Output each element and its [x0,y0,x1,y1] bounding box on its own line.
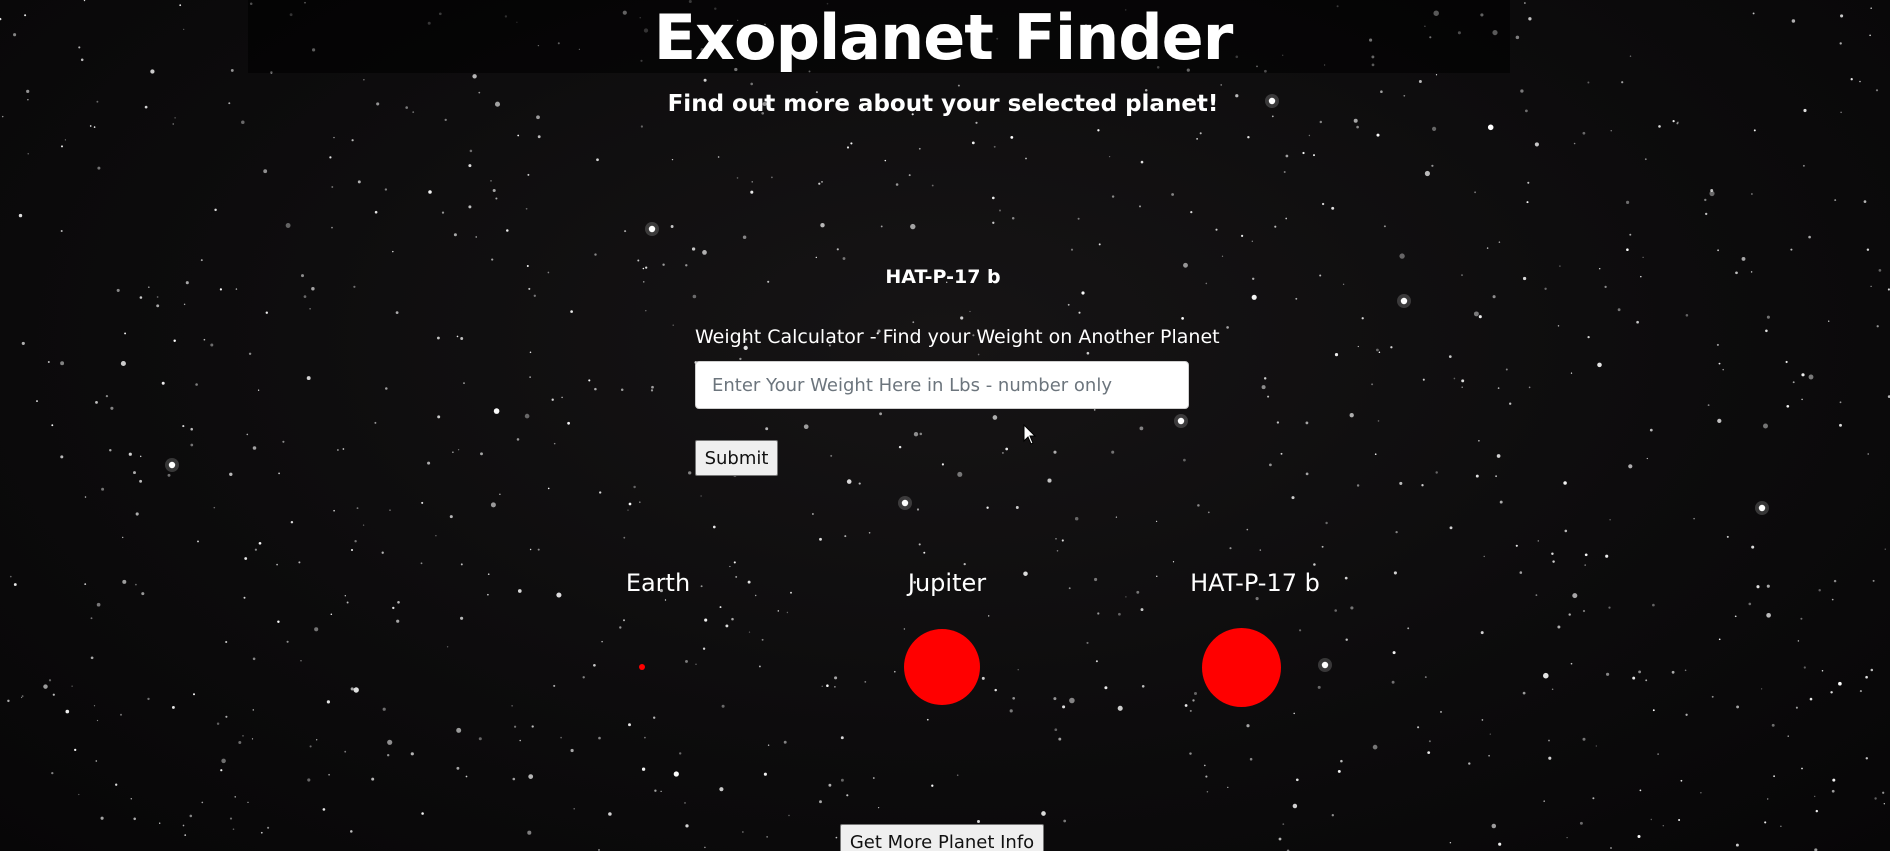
weight-input[interactable] [695,361,1189,409]
submit-button[interactable]: Submit [695,440,778,476]
starfield-background [0,0,1890,851]
get-more-planet-info-button[interactable]: Get More Planet Info [840,824,1044,851]
page-subtitle: Find out more about your selected planet… [667,91,1219,117]
earth-planet-icon [639,664,645,670]
page-title: Exoplanet Finder [653,1,1234,74]
weight-calculator-label: Weight Calculator - Find your Weight on … [695,326,1220,348]
planet-label-hat-p-17-b: HAT-P-17 b [1190,569,1320,597]
planet-label-earth: Earth [625,569,691,597]
jupiter-planet-icon [904,629,980,705]
mouse-cursor-icon [1023,424,1037,445]
page-background: Exoplanet Finder Find out more about you… [0,0,1890,851]
hat-p-17-b-planet-icon [1202,628,1281,707]
selected-planet-name: HAT-P-17 b [885,266,1001,288]
planet-label-jupiter: Jupiter [907,569,987,597]
